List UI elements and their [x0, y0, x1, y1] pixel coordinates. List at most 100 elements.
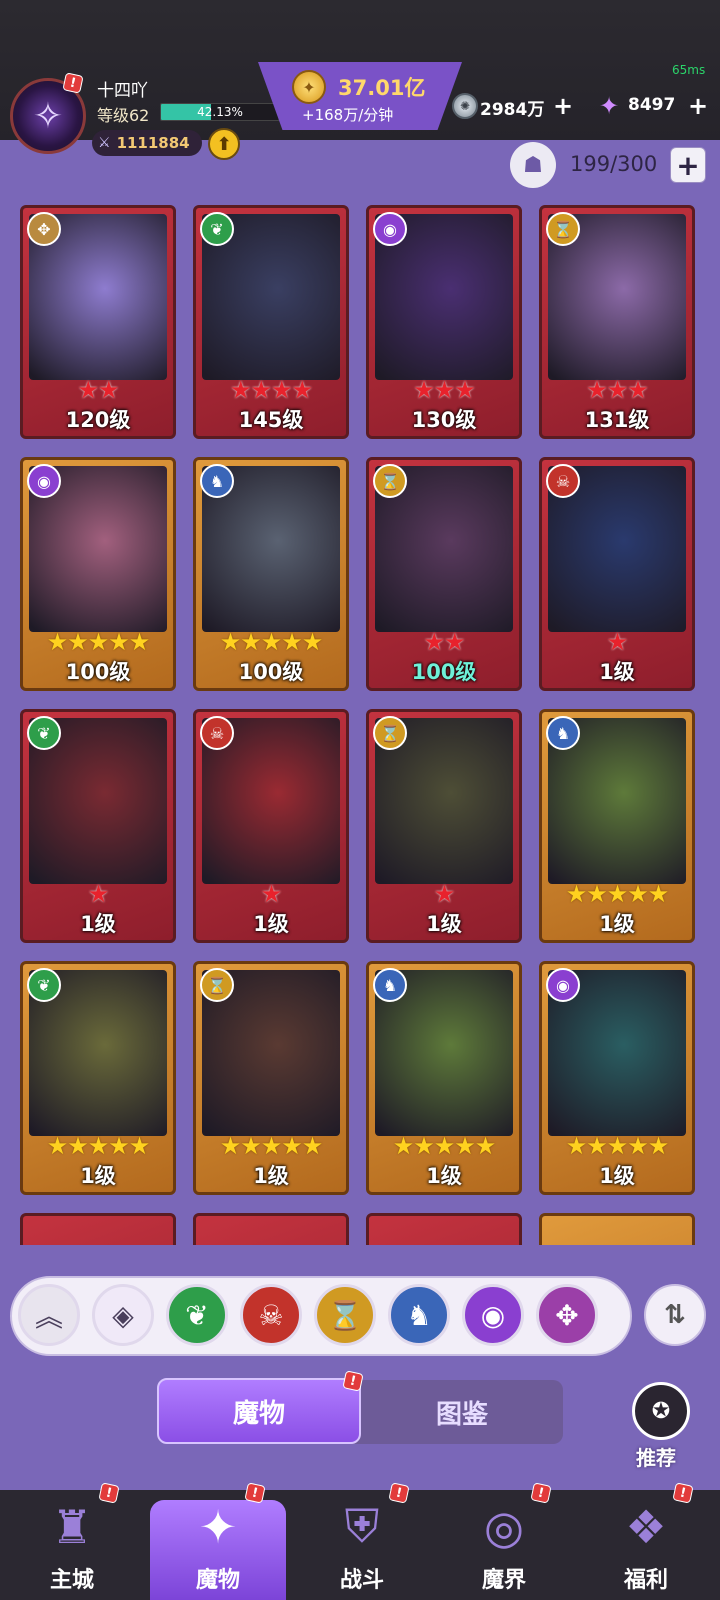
gem-icon: ✦ [598, 92, 620, 120]
recommend-icon[interactable]: ✪ [632, 1382, 690, 1440]
gold-amount: 37.01亿 [338, 76, 426, 100]
star-rating: ★★★★★ [565, 880, 670, 908]
filter-wolf-button[interactable]: ♞ [388, 1284, 450, 1346]
monster-level: 1级 [426, 912, 462, 936]
monster-level: 100级 [65, 660, 131, 684]
monster-level: 131级 [584, 408, 650, 432]
demon-icon: ☠ [546, 464, 580, 498]
gold-coin-icon: ✦ [292, 70, 326, 104]
network-ping: 65ms [672, 63, 706, 77]
star-rating: ★★ [77, 376, 119, 404]
monster-card-grid: ✥ ★★ 120级 ❦ ★★★★ 145级 ◉ ★★★ 130级 ⌛ ★★★ 131级 ◉ ★★★★★ 10… [0, 205, 720, 1245]
filter-wind-button[interactable]: ✥ [536, 1284, 598, 1346]
nav-alert-badge: ! [244, 1482, 266, 1504]
star-rating: ★★★★★ [219, 1132, 324, 1160]
monster-card[interactable]: ♞ ★★★★★ 1级 [366, 961, 522, 1195]
wolf-icon: ♞ [546, 716, 580, 750]
monster-level: 1级 [426, 1164, 462, 1188]
monster-level: 1级 [599, 660, 635, 684]
combat-power: ⚔ 1111884 [92, 130, 202, 156]
monster-card[interactable]: ✥ ★★ 120级 [20, 205, 176, 439]
monster-card[interactable]: ⌛ ★ 1级 [366, 709, 522, 943]
monster-card[interactable]: ♞ ★★★★★ 1级 [539, 709, 695, 943]
monster-card-partial[interactable] [366, 1213, 522, 1245]
hourglass-icon: ⌛ [200, 968, 234, 1002]
monster-level: 100级 [238, 660, 304, 684]
nav-item-5[interactable]: ❖ 福利! [586, 1480, 706, 1598]
monster-card[interactable]: ◉ ★★★★★ 1级 [539, 961, 695, 1195]
monster-card[interactable]: ❦ ★★★★ 145级 [193, 205, 349, 439]
filter-demon-button[interactable]: ☠ [240, 1284, 302, 1346]
nav-label: 魔界 [481, 1568, 526, 1593]
monster-card-partial[interactable] [193, 1213, 349, 1245]
eye-icon: ◉ [373, 212, 407, 246]
nav-item-2[interactable]: ✦ 魔物! [158, 1480, 278, 1598]
castle-icon: ♜ [51, 1500, 93, 1554]
star-rating: ★★★★ [229, 376, 313, 404]
star-rating: ★ [260, 880, 283, 908]
star-rating: ★ [433, 880, 456, 908]
silver-coin-icon: ✺ [452, 93, 478, 119]
star-rating: ★★ [423, 628, 465, 656]
filter-collapse-button[interactable]: ︽ [18, 1284, 80, 1346]
nav-alert-badge: ! [388, 1482, 410, 1504]
upgrade-arrow-button[interactable]: ⬆ [208, 128, 240, 160]
monster-card-partial[interactable] [539, 1213, 695, 1245]
portal-icon: ◎ [483, 1500, 525, 1554]
tab-monster[interactable]: 魔物 [157, 1378, 361, 1444]
star-rating: ★★★★★ [46, 628, 151, 656]
star-rating: ★★★ [586, 376, 649, 404]
star-rating: ★ [606, 628, 629, 656]
sort-button[interactable]: ⇅ [644, 1284, 706, 1346]
nav-item-1[interactable]: ♜ 主城! [12, 1480, 132, 1598]
nav-item-4[interactable]: ◎ 魔界! [444, 1480, 564, 1598]
tab-codex[interactable]: 图鉴 [361, 1380, 563, 1444]
monster-card[interactable]: ◉ ★★★★★ 100级 [20, 457, 176, 691]
combat-power-value: 1111884 [116, 134, 190, 152]
wolf-icon: ♞ [373, 968, 407, 1002]
expand-capacity-button[interactable]: + [670, 147, 706, 183]
nav-alert-badge: ! [672, 1482, 694, 1504]
filter-hourglass-button[interactable]: ⌛ [314, 1284, 376, 1346]
nav-label: 福利 [623, 1568, 668, 1593]
demon-icon: ☠ [200, 716, 234, 750]
nav-item-3[interactable]: ⛨ 战斗! [302, 1480, 422, 1598]
monster-card[interactable]: ♞ ★★★★★ 100级 [193, 457, 349, 691]
monster-card[interactable]: ⌛ ★★ 100级 [366, 457, 522, 691]
add-gem-button[interactable]: + [688, 94, 708, 118]
recommend-label[interactable]: 推荐 [636, 1442, 676, 1471]
shield-icon: ⛨ [344, 1499, 380, 1553]
wind-icon: ✥ [27, 212, 61, 246]
filter-eye-button[interactable]: ◉ [462, 1284, 524, 1346]
monster-level: 120级 [65, 408, 131, 432]
player-name: 十四吖 [97, 81, 148, 101]
gold-rate: +168万/分钟 [302, 106, 394, 124]
monster-card[interactable]: ❦ ★★★★★ 1级 [20, 961, 176, 1195]
leaf-icon: ❦ [27, 716, 61, 750]
nav-label: 战斗 [339, 1568, 384, 1593]
monster-card[interactable]: ☠ ★ 1级 [539, 457, 695, 691]
monster-level: 1级 [253, 1164, 289, 1188]
add-silver-button[interactable]: + [553, 94, 573, 118]
filter-all-button[interactable]: ◈ [92, 1284, 154, 1346]
filter-leaf-button[interactable]: ❦ [166, 1284, 228, 1346]
star-rating: ★★★★★ [219, 628, 324, 656]
exp-bar: 42.13% [160, 103, 280, 121]
monster-card[interactable]: ◉ ★★★ 130级 [366, 205, 522, 439]
sword-icon: ⚔ [98, 135, 111, 151]
leaf-icon: ❦ [200, 212, 234, 246]
monster-level: 1级 [599, 912, 635, 936]
player-level: 等级62 [97, 106, 150, 125]
monster-card-partial[interactable] [20, 1213, 176, 1245]
monster-level: 1级 [80, 912, 116, 936]
monster-card[interactable]: ⌛ ★★★★★ 1级 [193, 961, 349, 1195]
nav-label: 魔物 [195, 1568, 240, 1593]
monster-capacity-icon: ☗ [510, 142, 556, 188]
monster-level: 145级 [238, 408, 304, 432]
silver-amount: 2984万 [480, 100, 545, 120]
monster-card[interactable]: ❦ ★ 1级 [20, 709, 176, 943]
avatar-alert-badge: ! [62, 72, 84, 94]
monster-card[interactable]: ☠ ★ 1级 [193, 709, 349, 943]
monster-card[interactable]: ⌛ ★★★ 131级 [539, 205, 695, 439]
gem-amount: 8497 [628, 95, 676, 115]
